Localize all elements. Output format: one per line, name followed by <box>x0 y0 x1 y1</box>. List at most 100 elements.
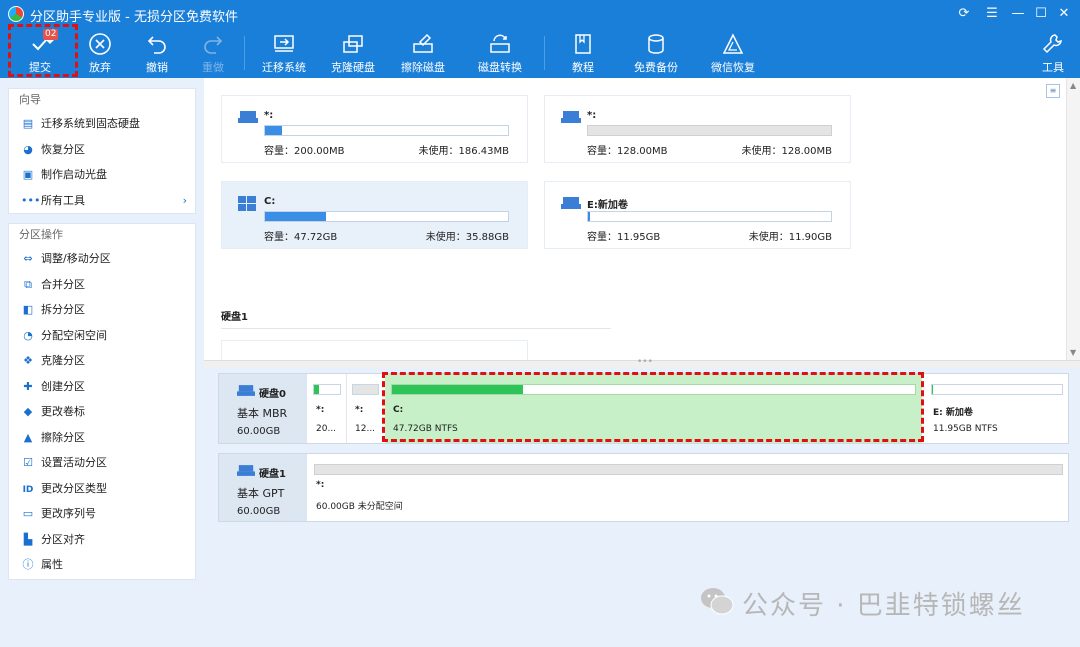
sidebar-item-label: 擦除分区 <box>41 430 85 444</box>
sidebar-item-all-tools[interactable]: •••所有工具 › <box>9 188 195 214</box>
sidebar-item-recover-partition[interactable]: ◕ 恢复分区 <box>9 137 195 163</box>
tutorial-button[interactable]: 教程 <box>553 28 613 78</box>
partition-usage-bar <box>313 384 341 395</box>
guide-panel: 向导 ▤ 迁移系统到固态硬盘 ◕ 恢复分区 ▣ 制作启动光盘 •••所有工具 › <box>8 88 196 214</box>
sidebar-item-clone[interactable]: ❖ 克隆分区 <box>9 348 195 374</box>
sidebar-item-migrate-ssd[interactable]: ▤ 迁移系统到固态硬盘 <box>9 111 195 137</box>
sidebar-item-label: 拆分分区 <box>41 303 85 316</box>
wechat-restore-button[interactable]: 微信恢复 <box>703 28 763 78</box>
divider <box>221 328 611 329</box>
usage-fill <box>265 126 282 135</box>
refresh-icon[interactable]: ⟳ <box>953 4 975 24</box>
diskmap-partition[interactable]: *: 12... <box>347 374 384 443</box>
active-icon: ☑ <box>23 456 33 469</box>
toolbar: 02 提交 放弃 撤销 重做 迁移系统 克隆硬盘 擦除磁盘 磁盘转换 教程 免费… <box>0 28 1080 78</box>
sidebar-item-properties[interactable]: ⓘ 属性 <box>9 552 195 578</box>
disk-name: 硬盘1 <box>259 469 286 480</box>
disk-name: 硬盘0 <box>259 389 286 400</box>
sidebar-item-label: 合并分区 <box>41 277 85 291</box>
partition-name: C: <box>264 196 276 207</box>
serial-icon: ▭ <box>22 507 34 520</box>
sidebar-item-merge[interactable]: ⧉ 合并分区 <box>9 272 195 298</box>
usage-bar <box>264 211 509 222</box>
partition-capacity: 容量：200.00MB <box>264 146 345 157</box>
discard-icon <box>89 33 111 55</box>
resize-icon: ⇔ <box>23 252 33 265</box>
migrate-os-button[interactable]: 迁移系统 <box>254 28 314 78</box>
drive-icon <box>561 111 581 123</box>
sidebar-item-label: 所有工具 <box>41 193 85 207</box>
partition-name: *: <box>264 110 274 121</box>
sidebar-item-boot-disk[interactable]: ▣ 制作启动光盘 <box>9 162 195 188</box>
diskmap-partition[interactable]: *: 20... <box>308 374 346 443</box>
watermark-text: 公众号 · 巴韭特锁螺丝 <box>742 591 1025 621</box>
maximize-icon[interactable]: ☐ <box>1030 4 1052 24</box>
wipe-disk-button[interactable]: 擦除磁盘 <box>393 28 453 78</box>
sidebar-item-change-label[interactable]: ◆ 更改卷标 <box>9 399 195 425</box>
drive-icon <box>561 197 581 209</box>
view-toggle-icon[interactable]: ≡ <box>1046 84 1060 98</box>
allocate-icon: ◔ <box>23 328 33 342</box>
tools-label: 工具 <box>1042 61 1064 74</box>
redo-icon <box>204 36 223 54</box>
discard-button[interactable]: 放弃 <box>70 28 130 78</box>
diskmap-partition[interactable]: E: 新加卷 11.95GB NTFS <box>925 374 1069 443</box>
partition-capacity: 容量：47.72GB <box>264 232 338 243</box>
wechat-restore-label: 微信恢复 <box>711 61 755 74</box>
convert-disk-label: 磁盘转换 <box>478 61 522 74</box>
sidebar-item-allocate[interactable]: ◔ 分配空闲空间 <box>9 323 195 349</box>
migrate-os-label: 迁移系统 <box>262 61 306 74</box>
sidebar-item-align[interactable]: ▙ 分区对齐 <box>9 527 195 553</box>
partition-name: *: <box>316 480 325 490</box>
vertical-scrollbar[interactable]: ▲ ▼ <box>1066 78 1080 360</box>
undo-button[interactable]: 撤销 <box>127 28 187 78</box>
app-logo-icon <box>8 6 24 22</box>
sidebar-item-change-type[interactable]: ID 更改分区类型 <box>9 476 195 502</box>
split-icon: ◧ <box>22 303 34 316</box>
sidebar-item-change-serial[interactable]: ▭ 更改序列号 <box>9 501 195 527</box>
partition-usage-fill <box>314 385 320 394</box>
discard-label: 放弃 <box>89 61 111 74</box>
redo-button[interactable]: 重做 <box>183 28 243 78</box>
tools-button[interactable]: 工具 <box>1023 28 1080 78</box>
drive-icon <box>238 111 258 123</box>
bootdisk-icon: ▣ <box>22 168 34 181</box>
toolbar-divider <box>544 36 545 70</box>
partition-info: 12... <box>355 424 376 434</box>
partition-card-selected[interactable]: C: 容量：47.72GB 未使用：35.88GB <box>221 181 528 249</box>
partition-card-view: ≡ *: 容量：200.00MB 未使用：186.43MB *: 容量：128.… <box>204 78 1080 360</box>
sidebar-item-set-active[interactable]: ☑ 设置活动分区 <box>9 450 195 476</box>
convert-disk-button[interactable]: 磁盘转换 <box>470 28 530 78</box>
sidebar-item-wipe[interactable]: ▲ 擦除分区 <box>9 425 195 451</box>
partition-usage-bar <box>314 464 1063 475</box>
scroll-down-icon[interactable]: ▼ <box>1070 348 1076 357</box>
scroll-up-icon[interactable]: ▲ <box>1070 81 1076 90</box>
disk-size: 60.00GB <box>237 506 281 517</box>
partition-card[interactable]: *: 容量：200.00MB 未使用：186.43MB <box>221 95 528 163</box>
partition-capacity: 容量：128.00MB <box>587 146 668 157</box>
info-icon: ⓘ <box>22 558 34 571</box>
clone-disk-button[interactable]: 克隆硬盘 <box>323 28 383 78</box>
partition-card[interactable]: *: 容量：128.00MB 未使用：128.00MB <box>544 95 851 163</box>
sidebar-item-label: 属性 <box>41 558 63 571</box>
disk1-row[interactable]: 硬盘1 基本 GPT 60.00GB *: 60.00GB 未分配空间 <box>218 453 1069 522</box>
diskmap-unallocated[interactable]: *: 60.00GB 未分配空间 <box>308 454 1069 521</box>
minimize-icon[interactable]: — <box>1007 4 1029 24</box>
menu-icon[interactable]: ☰ <box>981 4 1003 24</box>
partition-card[interactable] <box>221 340 528 360</box>
wipe-disk-label: 擦除磁盘 <box>401 61 445 74</box>
close-icon[interactable]: ✕ <box>1053 4 1075 24</box>
sidebar-item-label: 分区对齐 <box>41 532 85 546</box>
free-backup-button[interactable]: 免费备份 <box>626 28 686 78</box>
partition-card[interactable]: E:新加卷 容量：11.95GB 未使用：11.90GB <box>544 181 851 249</box>
book-icon <box>575 34 591 54</box>
partition-ops-panel: 分区操作 ⇔ 调整/移动分区 ⧉ 合并分区 ◧ 拆分分区 ◔ 分配空闲空间 ❖ 克隆分区 … <box>8 223 196 580</box>
sidebar-item-create[interactable]: ✚ 创建分区 <box>9 374 195 400</box>
sidebar-item-label: 更改卷标 <box>41 405 85 418</box>
usage-bar <box>264 125 509 136</box>
pane-splitter[interactable]: ••• <box>204 357 1080 368</box>
sidebar-item-resize[interactable]: ⇔ 调整/移动分区 <box>9 246 195 272</box>
partition-usage-fill <box>932 385 934 394</box>
sidebar-item-split[interactable]: ◧ 拆分分区 <box>9 297 195 323</box>
partition-free: 未使用：11.90GB <box>748 232 832 243</box>
